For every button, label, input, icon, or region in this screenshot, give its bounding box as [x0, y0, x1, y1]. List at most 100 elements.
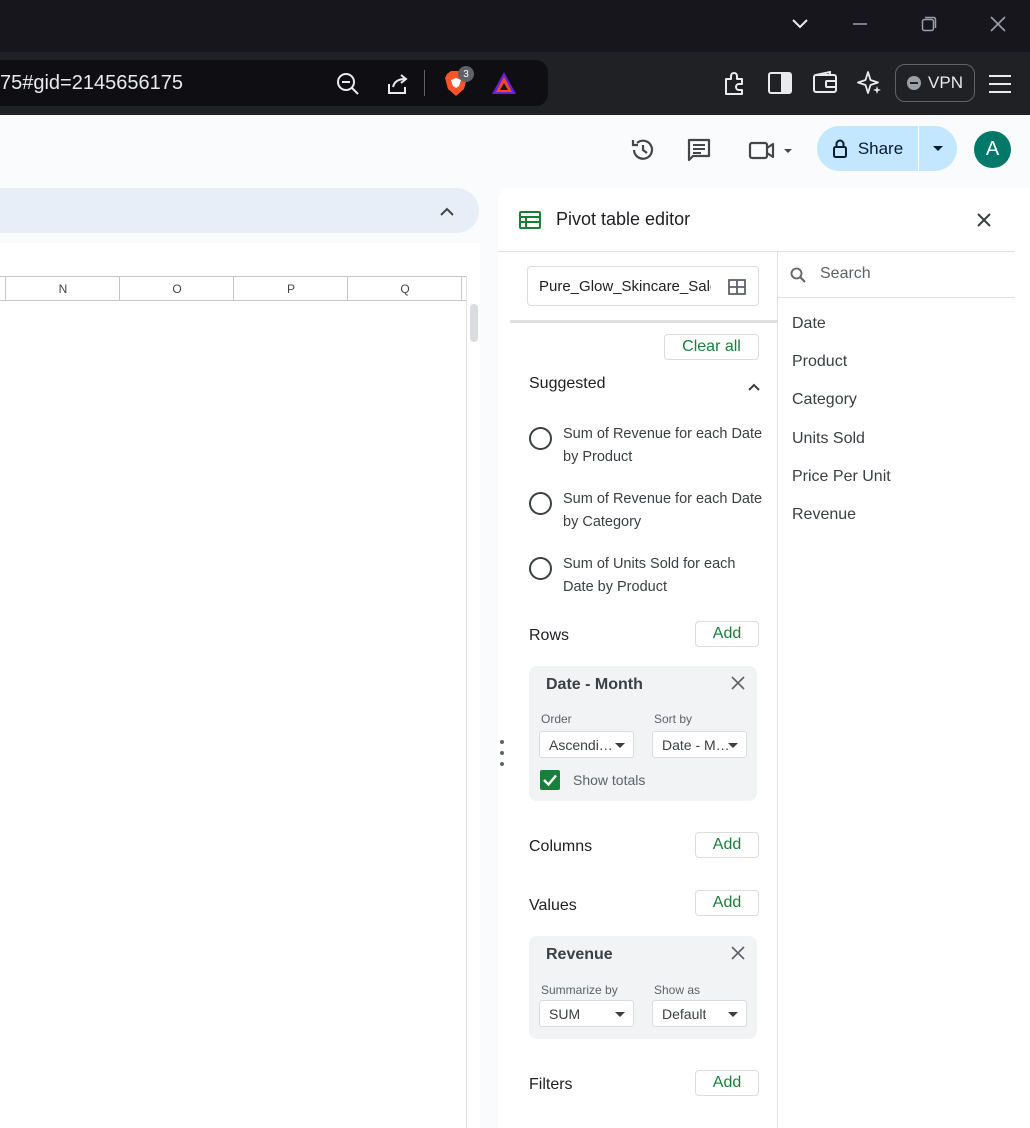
- extensions-puzzle-icon[interactable]: [720, 68, 750, 98]
- column-header[interactable]: Q: [347, 277, 462, 301]
- summarize-by-label: Summarize by: [541, 983, 618, 997]
- lock-icon: [832, 139, 847, 158]
- values-field-card: Revenue Summarize by Show as SUM Default: [529, 936, 757, 1039]
- formula-bar[interactable]: [0, 188, 479, 233]
- pivot-column-divider: [777, 252, 778, 1128]
- tab-search-chevron-icon[interactable]: [784, 10, 816, 38]
- url-text: 75#gid=2145656175: [0, 72, 183, 94]
- caret-down-icon: [933, 145, 943, 151]
- order-select[interactable]: Ascendi…: [539, 731, 634, 758]
- suggestion-text: Sum of Units Sold for each Date by Produ…: [563, 556, 736, 595]
- select-range-grid-icon[interactable]: [727, 277, 747, 297]
- rows-field-card: Date - Month Order Sort by Ascendi… Date…: [529, 666, 757, 801]
- share-page-icon[interactable]: [384, 70, 412, 98]
- pivot-editor-title: Pivot table editor: [556, 209, 691, 229]
- data-range-text: Pure_Glow_Skincare_Sales: [539, 278, 711, 295]
- share-dropdown-button[interactable]: [918, 126, 957, 171]
- suggested-collapse-icon[interactable]: [745, 378, 763, 396]
- suggested-label: Suggested: [529, 375, 606, 392]
- show-as-label: Show as: [654, 983, 701, 997]
- close-icon[interactable]: [972, 209, 996, 231]
- caret-down-icon: [728, 1012, 738, 1017]
- field-list-item[interactable]: Price Per Unit: [792, 468, 891, 486]
- field-list-item[interactable]: Units Sold: [792, 430, 865, 448]
- share-label: Share: [857, 138, 904, 158]
- clear-all-button[interactable]: Clear all: [664, 334, 759, 360]
- sidebar-toggle-icon[interactable]: [765, 68, 795, 98]
- caret-down-icon: [615, 1012, 625, 1017]
- wallet-icon[interactable]: [810, 68, 840, 98]
- suggestion-item[interactable]: Sum of Revenue for each Date by Category: [529, 488, 769, 536]
- restore-icon[interactable]: [913, 10, 945, 38]
- leo-ai-sparkle-icon[interactable]: [855, 68, 885, 98]
- remove-field-icon[interactable]: [731, 946, 747, 962]
- filters-label: Filters: [529, 1076, 573, 1093]
- minimize-icon[interactable]: [844, 10, 876, 38]
- suggestion-radio[interactable]: [529, 492, 552, 515]
- share-button-group: Share: [817, 126, 957, 171]
- sort-by-label: Sort by: [654, 712, 693, 726]
- range-divider: [510, 320, 777, 323]
- suggestion-radio[interactable]: [529, 557, 552, 580]
- suggestion-radio[interactable]: [529, 427, 552, 450]
- sort-by-value: Date - M…: [662, 737, 730, 753]
- vpn-status-icon: [907, 76, 922, 90]
- data-range-input[interactable]: Pure_Glow_Skincare_Sales: [527, 266, 759, 306]
- suggestion-text: Sum of Revenue for each Date by Product: [563, 426, 763, 465]
- brave-badge: 3: [458, 66, 474, 82]
- field-list-item[interactable]: Product: [792, 353, 847, 371]
- toolbar-separator: [424, 70, 425, 96]
- share-button[interactable]: Share: [817, 126, 918, 171]
- field-list-item[interactable]: Category: [792, 391, 857, 409]
- avatar[interactable]: A: [974, 131, 1011, 168]
- brave-rewards-icon[interactable]: [488, 68, 520, 98]
- column-header[interactable]: N: [5, 277, 120, 301]
- checkmark-icon: [543, 774, 557, 787]
- meet-video-icon[interactable]: [745, 134, 795, 166]
- close-window-icon[interactable]: [982, 10, 1014, 38]
- comments-icon[interactable]: [683, 134, 715, 166]
- columns-add-button[interactable]: Add: [695, 832, 759, 858]
- columns-label: Columns: [529, 838, 593, 855]
- zoom-out-icon[interactable]: [334, 70, 362, 98]
- show-as-select[interactable]: Default: [652, 1000, 747, 1027]
- sheets-table-icon: [518, 209, 542, 231]
- column-header[interactable]: P: [233, 277, 348, 301]
- rows-label: Rows: [529, 627, 570, 644]
- vpn-button[interactable]: VPN: [895, 64, 975, 102]
- summarize-by-value: SUM: [549, 1006, 581, 1022]
- column-headers: N O P Q: [0, 276, 466, 301]
- values-field-title: Revenue: [546, 946, 613, 963]
- summarize-by-select[interactable]: SUM: [539, 1000, 634, 1027]
- field-search-input[interactable]: Search: [778, 252, 1015, 298]
- caret-down-icon: [615, 743, 625, 748]
- suggestion-item[interactable]: Sum of Revenue for each Date by Product: [529, 423, 769, 471]
- field-list-item[interactable]: Revenue: [792, 506, 856, 524]
- sort-by-select[interactable]: Date - M…: [652, 731, 747, 758]
- browser-titlebar: [0, 0, 1030, 52]
- field-list-item[interactable]: Date: [792, 315, 826, 333]
- show-totals-checkbox[interactable]: [540, 770, 560, 790]
- panel-resize-handle[interactable]: [498, 740, 506, 766]
- suggestion-item[interactable]: Sum of Units Sold for each Date by Produ…: [529, 553, 769, 601]
- filters-add-button[interactable]: Add: [695, 1070, 759, 1096]
- rows-add-button[interactable]: Add: [695, 621, 759, 647]
- scrollbar-thumb[interactable]: [470, 304, 478, 342]
- order-value: Ascendi…: [549, 737, 613, 753]
- address-bar[interactable]: 75#gid=2145656175 3: [0, 60, 548, 106]
- remove-field-icon[interactable]: [731, 676, 747, 692]
- suggestion-text: Sum of Revenue for each Date by Category: [563, 491, 763, 530]
- brave-shields-icon[interactable]: 3: [438, 66, 474, 100]
- show-totals-label: Show totals: [573, 772, 646, 788]
- browser-menu-icon[interactable]: [985, 70, 1015, 98]
- vpn-label: VPN: [928, 73, 963, 92]
- vertical-scrollbar[interactable]: [466, 276, 480, 1128]
- column-header[interactable]: O: [119, 277, 234, 301]
- sheet-grid[interactable]: [0, 243, 480, 1128]
- collapse-chevron-up-icon[interactable]: [437, 201, 457, 221]
- values-add-button[interactable]: Add: [695, 890, 759, 916]
- version-history-icon[interactable]: [627, 134, 659, 166]
- show-as-value: Default: [662, 1006, 707, 1022]
- values-label: Values: [529, 897, 577, 914]
- search-icon: [789, 266, 807, 284]
